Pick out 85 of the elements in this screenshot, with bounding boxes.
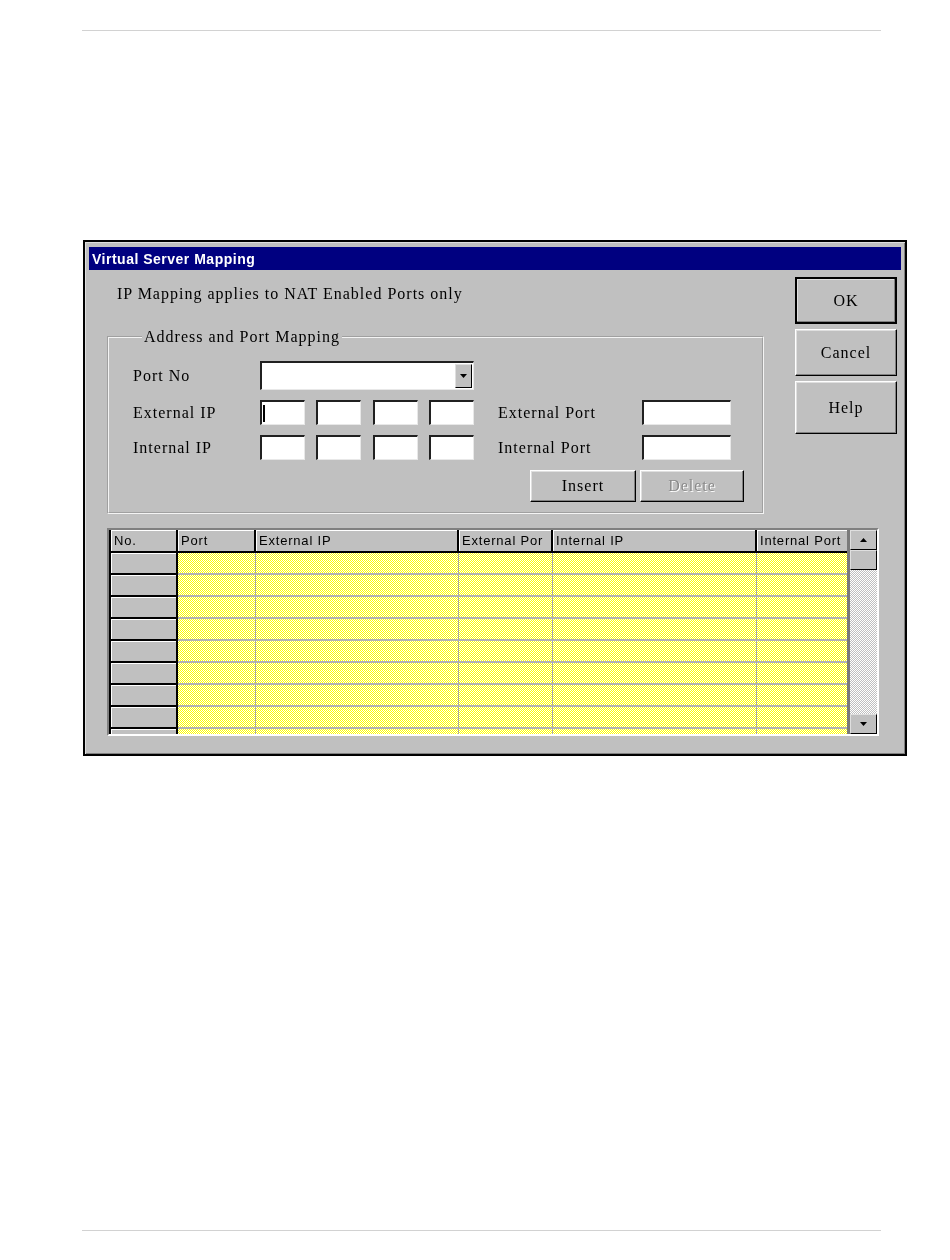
grid-cell[interactable] [178, 597, 256, 619]
field-label: External IP [133, 403, 218, 422]
grid-cell[interactable] [459, 641, 553, 663]
grid-cell[interactable] [178, 619, 256, 641]
grid-cell[interactable] [178, 707, 256, 729]
caret-down-icon [860, 722, 867, 726]
ip-octet-field[interactable] [372, 435, 418, 460]
grid-cell[interactable] [459, 707, 553, 729]
column-header[interactable]: External IP [256, 530, 459, 553]
field-label: External Port [498, 403, 597, 422]
grid-cell[interactable] [178, 663, 256, 685]
field-label: Internal IP [133, 438, 213, 457]
ip-octet-field[interactable] [260, 400, 305, 425]
text-cursor-icon [263, 404, 265, 422]
ip-octet-field[interactable] [429, 435, 474, 460]
window-title: Virtual Server Mapping [92, 250, 256, 267]
ip-octet-field[interactable] [260, 435, 305, 460]
row-header[interactable] [111, 575, 178, 597]
grid-cell[interactable] [757, 553, 847, 575]
column-header[interactable]: Internal Port [757, 530, 847, 553]
column-header[interactable]: External Por [459, 530, 553, 553]
row-header[interactable] [111, 641, 178, 663]
grid-cell[interactable] [553, 553, 757, 575]
grid-cell[interactable] [553, 597, 757, 619]
group-title: Address and Port Mapping [143, 328, 341, 346]
grid-cell[interactable] [178, 553, 256, 575]
caret-up-icon [860, 538, 867, 542]
grid-cell[interactable] [553, 575, 757, 597]
grid-cell[interactable] [459, 685, 553, 707]
dialog-button[interactable]: Help [795, 381, 897, 434]
grid-cell[interactable] [256, 553, 459, 575]
port-input-field[interactable] [642, 435, 731, 460]
grid-cell[interactable] [757, 575, 847, 597]
field-label: Internal Port [498, 438, 593, 457]
row-header[interactable] [111, 597, 178, 619]
grid-cell[interactable] [757, 597, 847, 619]
caret-down-icon [460, 374, 467, 378]
grid-cell[interactable] [757, 663, 847, 685]
row-header[interactable] [111, 685, 178, 707]
field-label: Port No [133, 366, 192, 385]
column-header[interactable]: No. [111, 530, 178, 553]
column-header[interactable]: Internal IP [553, 530, 757, 553]
grid-cell[interactable] [459, 663, 553, 685]
grid-cell[interactable] [256, 597, 459, 619]
port-input-field[interactable] [642, 400, 731, 425]
port-dropdown[interactable] [260, 361, 474, 390]
grid-cell[interactable] [553, 619, 757, 641]
dropdown-button[interactable] [455, 364, 472, 388]
grid-cell[interactable] [757, 707, 847, 729]
grid-cell[interactable] [459, 619, 553, 641]
dialog-button[interactable]: Cancel [795, 329, 897, 376]
action-button[interactable]: Insert [530, 470, 636, 502]
grid-cell[interactable] [553, 641, 757, 663]
scroll-down-button[interactable] [850, 714, 877, 734]
grid-cell[interactable] [757, 619, 847, 641]
grid-cell[interactable] [256, 619, 459, 641]
grid-cell[interactable] [178, 575, 256, 597]
scrollbar-thumb[interactable] [850, 550, 877, 570]
grid-cell[interactable] [256, 707, 459, 729]
grid-cell[interactable] [553, 685, 757, 707]
ip-octet-field[interactable] [316, 400, 362, 425]
grid-cell[interactable] [256, 575, 459, 597]
grid-cell[interactable] [256, 663, 459, 685]
row-header[interactable] [111, 553, 178, 575]
grid-cell[interactable] [459, 553, 553, 575]
grid-cell[interactable] [459, 597, 553, 619]
grid-cell[interactable] [178, 641, 256, 663]
grid-cell[interactable] [757, 641, 847, 663]
ip-octet-field[interactable] [372, 400, 418, 425]
ip-octet-field[interactable] [429, 400, 474, 425]
grid-cell[interactable] [178, 685, 256, 707]
row-header[interactable] [111, 707, 178, 729]
scroll-up-button[interactable] [850, 530, 877, 550]
row-header[interactable] [111, 663, 178, 685]
grid-cell[interactable] [256, 641, 459, 663]
row-header[interactable] [111, 619, 178, 641]
grid-cell[interactable] [757, 685, 847, 707]
grid-cell[interactable] [553, 707, 757, 729]
column-header[interactable]: Port [178, 530, 256, 553]
grid-cell[interactable] [256, 685, 459, 707]
grid-cell[interactable] [553, 663, 757, 685]
grid-cell[interactable] [459, 575, 553, 597]
ip-octet-field[interactable] [316, 435, 362, 460]
info-note: IP Mapping applies to NAT Enabled Ports only [117, 285, 464, 303]
default-button[interactable]: OK [795, 277, 897, 324]
